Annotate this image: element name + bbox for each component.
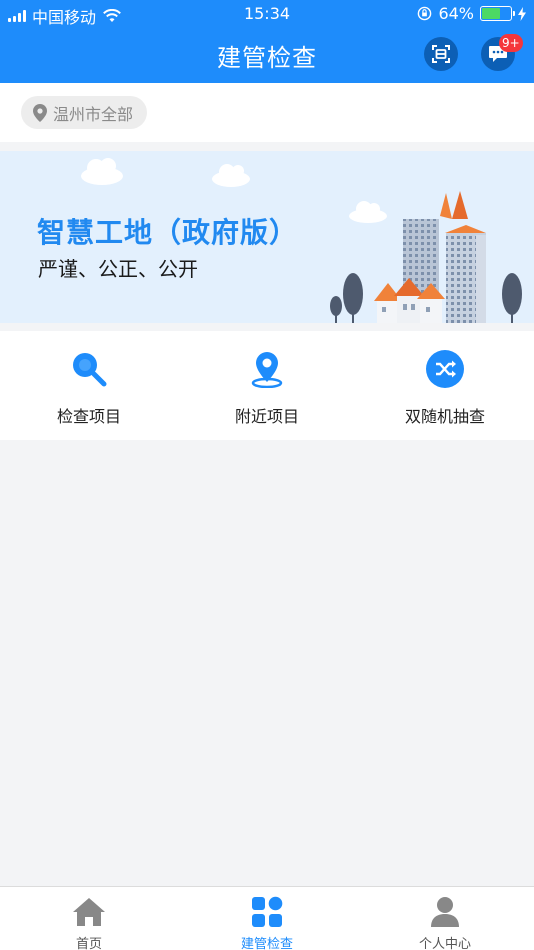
tab-inspection[interactable]: 建管检查: [178, 887, 356, 950]
shuffle-icon: [425, 349, 465, 389]
location-row: 温州市全部: [0, 83, 534, 142]
scan-icon: [432, 45, 450, 63]
status-bar: 中国移动 15:34 64%: [0, 0, 534, 28]
status-right: 64%: [417, 4, 526, 23]
quick-actions: 检查项目 附近项目 双随机抽查: [0, 331, 534, 440]
banner-title: 智慧工地（政府版）: [37, 216, 299, 249]
orientation-lock-icon: [418, 6, 432, 21]
battery-percent: 64%: [438, 4, 474, 23]
location-pin-icon: [33, 103, 47, 122]
search-icon: [69, 349, 109, 389]
action-label: 附近项目: [234, 407, 299, 426]
tab-label: 个人中心: [418, 937, 471, 950]
top-bar: 中国移动 15:34 64% 建管检查 9+: [0, 0, 534, 83]
message-badge: 9+: [499, 34, 523, 52]
banner-subtitle: 严谨、公正、公开: [38, 257, 198, 281]
tab-profile[interactable]: 个人中心: [356, 887, 534, 950]
home-icon: [71, 895, 107, 929]
action-inspect-project[interactable]: 检查项目: [0, 331, 178, 440]
promo-banner[interactable]: 智慧工地（政府版） 严谨、公正、公开: [0, 151, 534, 323]
location-pin-icon: [247, 349, 287, 389]
battery-fill: [482, 8, 500, 19]
user-icon: [427, 895, 463, 929]
bottom-tab-bar: 首页 建管检查 个人中心: [0, 886, 534, 950]
action-label: 双随机抽查: [404, 407, 485, 426]
tab-home[interactable]: 首页: [0, 887, 178, 950]
battery-icon: [480, 6, 515, 21]
tab-label: 首页: [75, 937, 102, 950]
action-nearby-project[interactable]: 附近项目: [178, 331, 356, 440]
grid-icon: [249, 895, 285, 929]
tab-label: 建管检查: [240, 937, 293, 950]
action-random-check[interactable]: 双随机抽查: [356, 331, 534, 440]
action-label: 检查项目: [56, 407, 121, 426]
location-label: 温州市全部: [53, 104, 134, 124]
location-selector[interactable]: 温州市全部: [21, 96, 148, 129]
scan-button[interactable]: [424, 37, 458, 71]
charging-icon: [518, 6, 526, 21]
